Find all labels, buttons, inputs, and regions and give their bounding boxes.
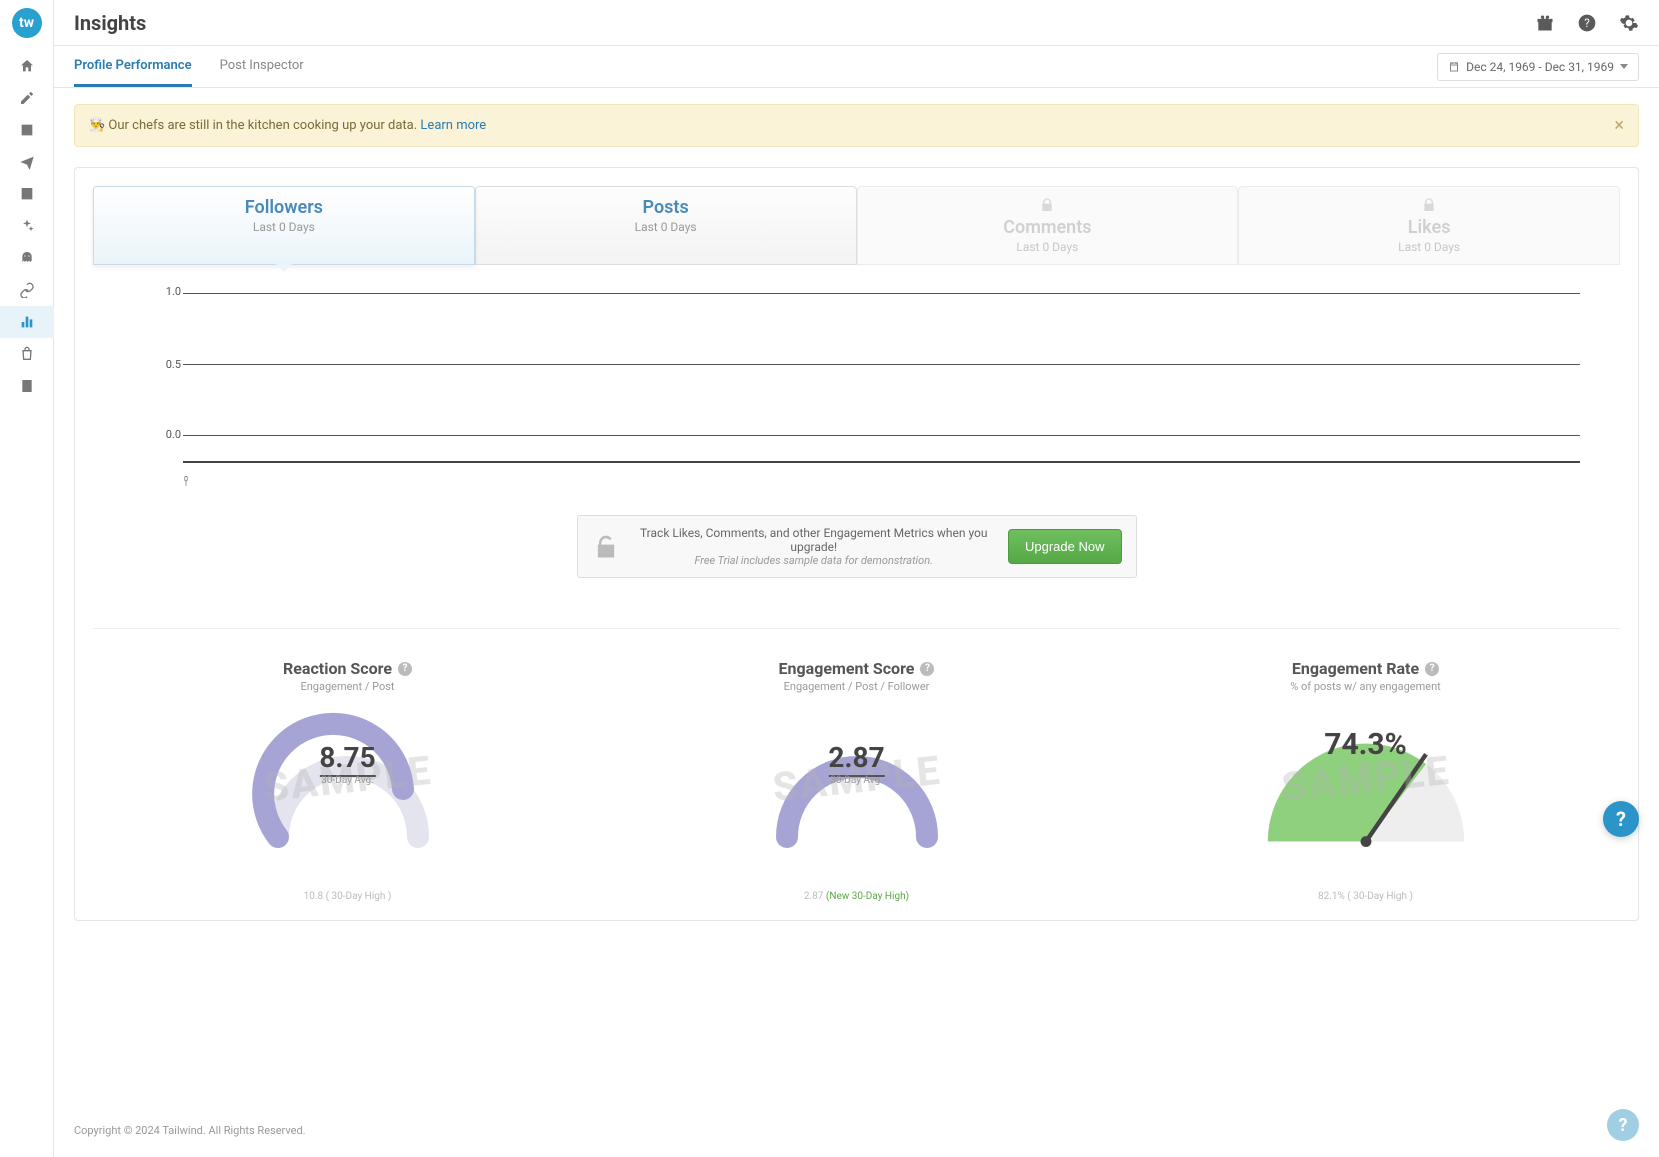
gear-icon[interactable]: [1619, 13, 1639, 33]
calendar-icon: [1448, 61, 1460, 73]
gauge-value: 8.75: [319, 741, 375, 777]
date-range-text: Dec 24, 1969 - Dec 31, 1969: [1466, 60, 1614, 74]
nav-link[interactable]: [0, 274, 54, 306]
metric-tab-sub: Last 0 Days: [858, 240, 1238, 254]
floating-chat-button[interactable]: ?: [1607, 1109, 1639, 1141]
chef-icon: 👨‍🍳: [89, 118, 105, 133]
gauge-arc: [248, 707, 448, 867]
chart-grid: [183, 293, 1580, 435]
upgrade-subtext: Free Trial includes sample data for demo…: [638, 554, 991, 567]
lock-icon: [1039, 197, 1055, 213]
gauge-title-text: Reaction Score: [283, 659, 392, 678]
nav-insights[interactable]: [0, 306, 54, 338]
y-tick: 0.5: [153, 358, 181, 371]
chart-marker-icon: [183, 475, 189, 487]
gauge-avg-label: 30-Day Avg.: [830, 775, 882, 786]
upgrade-headline: Track Likes, Comments, and other Engagem…: [638, 526, 991, 554]
tabbar: Profile Performance Post Inspector Dec 2…: [54, 46, 1659, 88]
metric-tab-posts[interactable]: Posts Last 0 Days: [475, 186, 857, 265]
main-panel: Followers Last 0 Days Posts Last 0 Days …: [74, 167, 1639, 921]
chevron-down-icon: [1620, 64, 1628, 69]
nav-shop[interactable]: [0, 338, 54, 370]
gauge-engagement-rate: Engagement Rate ? % of posts w/ any enga…: [1111, 659, 1620, 902]
gauges-row: Reaction Score ? Engagement / Post SAMPL…: [93, 628, 1620, 902]
gauge-high-text: 10.8 ( 30-Day High ): [93, 891, 602, 902]
help-badge-icon[interactable]: ?: [920, 662, 934, 676]
gauge-value: 74.3%: [1324, 727, 1407, 762]
gauge-reaction-score: Reaction Score ? Engagement / Post SAMPL…: [93, 659, 602, 902]
info-banner: 👨‍🍳 Our chefs are still in the kitchen c…: [74, 104, 1639, 147]
date-range-picker[interactable]: Dec 24, 1969 - Dec 31, 1969: [1437, 53, 1639, 81]
tab-post-inspector[interactable]: Post Inspector: [220, 46, 304, 87]
upgrade-button[interactable]: Upgrade Now: [1008, 529, 1122, 564]
trend-chart: 1.0 0.5 0.0: [183, 285, 1580, 475]
gauge-high-text: 82.1% ( 30-Day High ): [1111, 891, 1620, 902]
y-tick: 1.0: [153, 285, 181, 298]
gauge-engagement-score: Engagement Score ? Engagement / Post / F…: [602, 659, 1111, 902]
gauge-subtitle: Engagement / Post: [93, 680, 602, 693]
metric-tab-likes[interactable]: Likes Last 0 Days: [1238, 186, 1620, 265]
svg-text:?: ?: [1584, 16, 1590, 30]
chart-baseline: [183, 461, 1580, 463]
gauge-subtitle: % of posts w/ any engagement: [1111, 680, 1620, 693]
metric-tab-title: Followers: [94, 197, 474, 218]
metric-tab-sub: Last 0 Days: [1239, 240, 1619, 254]
gauge-arc: [757, 707, 957, 867]
banner-learn-more-link[interactable]: Learn more: [420, 118, 486, 133]
floating-help-button[interactable]: ?: [1603, 801, 1639, 837]
gift-icon[interactable]: [1535, 13, 1555, 33]
metric-tab-comments[interactable]: Comments Last 0 Days: [857, 186, 1239, 265]
nav-send[interactable]: [0, 146, 54, 178]
metric-tab-title: Posts: [476, 197, 856, 218]
metric-tab-followers[interactable]: Followers Last 0 Days: [93, 186, 475, 265]
close-icon[interactable]: ×: [1614, 115, 1624, 136]
nav-sparkle[interactable]: [0, 210, 54, 242]
gauge-title-text: Engagement Rate: [1292, 659, 1419, 678]
nav-create[interactable]: [0, 82, 54, 114]
y-tick: 0.0: [153, 428, 181, 441]
banner-text: Our chefs are still in the kitchen cooki…: [108, 118, 417, 133]
lock-icon: [1421, 197, 1437, 213]
logo: tw: [12, 8, 42, 38]
gauge-high-green: (New 30-Day High): [826, 891, 909, 902]
nav-doc[interactable]: [0, 370, 54, 402]
metric-tab-title: Comments: [858, 217, 1238, 238]
topbar: Insights ?: [54, 0, 1659, 46]
metric-tab-sub: Last 0 Days: [476, 220, 856, 234]
nav-home[interactable]: [0, 50, 54, 82]
help-badge-icon[interactable]: ?: [398, 662, 412, 676]
tab-profile-performance[interactable]: Profile Performance: [74, 46, 192, 87]
unlock-icon: [592, 533, 620, 561]
gauge-subtitle: Engagement / Post / Follower: [602, 680, 1111, 693]
page-title: Insights: [74, 11, 146, 35]
chart-y-axis: 1.0 0.5 0.0: [153, 285, 181, 475]
gauge-avg-label: 30-Day Avg.: [321, 775, 373, 786]
upgrade-callout: Track Likes, Comments, and other Engagem…: [577, 515, 1137, 578]
help-icon[interactable]: ?: [1577, 13, 1597, 33]
nav-ghost[interactable]: [0, 242, 54, 274]
metric-tab-title: Likes: [1239, 217, 1619, 238]
gauge-high-prefix: 2.87: [804, 891, 824, 902]
metric-tabs: Followers Last 0 Days Posts Last 0 Days …: [93, 186, 1620, 265]
metric-tab-sub: Last 0 Days: [94, 220, 474, 234]
nav-media[interactable]: [0, 114, 54, 146]
sidebar: tw: [0, 0, 54, 1157]
footer-text: Copyright © 2024 Tailwind. All Rights Re…: [54, 1114, 1659, 1157]
gauge-title-text: Engagement Score: [779, 659, 915, 678]
gauge-value: 2.87: [828, 741, 884, 777]
nav-calendar[interactable]: [0, 178, 54, 210]
help-badge-icon[interactable]: ?: [1425, 662, 1439, 676]
